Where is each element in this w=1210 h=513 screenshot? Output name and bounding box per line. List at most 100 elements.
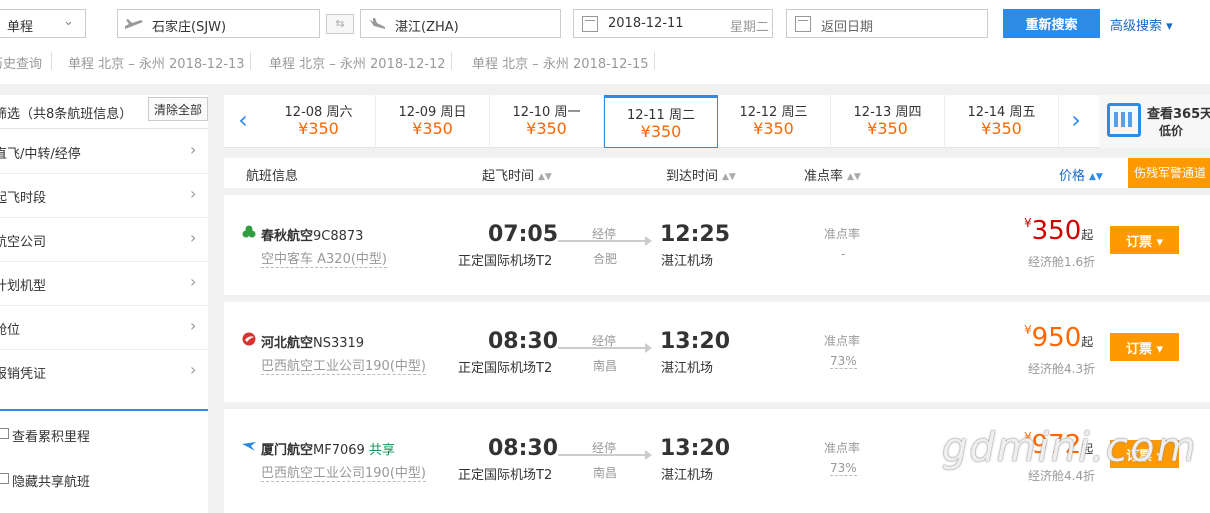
filter-label: 报销凭证 — [0, 367, 47, 382]
sort-icon: ▲▼ — [722, 172, 736, 182]
advanced-search-link[interactable]: 高级搜索 ▾ — [1110, 15, 1173, 34]
chevron-left-icon[interactable]: ‹ — [224, 95, 262, 148]
date-tab-price: 350 — [422, 119, 453, 138]
price-value: 950 — [1031, 323, 1082, 353]
filter-aircraft[interactable]: 计划机型 › — [0, 262, 208, 306]
price-from: 起 — [1081, 228, 1094, 242]
date-tab-selected[interactable]: 12-11 周二 ¥350 — [604, 95, 718, 148]
search-button[interactable]: 重新搜索 — [1003, 9, 1100, 38]
book-button[interactable]: 订票 ▾ — [1110, 226, 1179, 254]
low-price-calendar-button[interactable]: 查看365天 低价 — [1099, 95, 1210, 148]
to-city-input[interactable]: 湛江(ZHA) — [360, 9, 561, 38]
book-label: 订票 — [1125, 234, 1152, 250]
filter-depart-time[interactable]: 起飞时段 › — [0, 174, 208, 218]
airline-label: 河北航空 — [261, 336, 314, 351]
sort-icon: ▲▼ — [1089, 172, 1103, 182]
currency: ¥ — [640, 122, 651, 141]
return-date-input[interactable]: 返回日期 — [786, 9, 988, 38]
cabin-discount: 经济舱4.3折 — [1028, 362, 1096, 376]
price-value: 350 — [1031, 216, 1082, 246]
swap-cities-button[interactable]: ⇆ — [326, 14, 354, 34]
col-arrive-label: 到达时间 — [666, 169, 719, 184]
price-from: 起 — [1081, 335, 1094, 349]
depart-time: 08:30 — [488, 329, 559, 354]
filter-cabin[interactable]: 舱位 › — [0, 306, 208, 350]
chevron-right-icon: › — [190, 316, 197, 335]
chevron-right-icon: › — [190, 184, 197, 203]
arrive-time: 12:25 — [660, 222, 731, 247]
stop-city: 南昌 — [593, 359, 618, 373]
col-depart-sort[interactable]: 起飞时间 ▲▼ — [482, 165, 552, 184]
promo-banner[interactable]: 伤残军警通道 — [1128, 158, 1210, 188]
divider — [0, 409, 208, 411]
chevron-right-icon[interactable]: › — [1057, 95, 1095, 148]
aircraft-type[interactable]: 巴西航空工业公司190(中型) — [261, 462, 426, 482]
trip-type-value: 单程 — [7, 20, 34, 35]
col-price-label: 价格 — [1059, 169, 1086, 184]
hide-shared-checkbox[interactable] — [0, 473, 9, 484]
filter-receipt[interactable]: 报销凭证 › — [0, 350, 208, 394]
codeshare-badge[interactable]: 共享 — [369, 443, 395, 458]
chevron-down-icon: ⌄ — [63, 14, 74, 29]
hide-shared-checkbox-row[interactable]: 隐藏共享航班 — [0, 465, 208, 495]
calendar-sublabel: 低价 — [1159, 124, 1184, 138]
airline-label: 厦门航空 — [261, 443, 314, 458]
divider — [451, 52, 452, 70]
date-tab-price: 350 — [763, 119, 794, 138]
filter-header: 筛选（共8条航班信息） 清除全部 — [0, 95, 208, 129]
calendar-icon — [1107, 103, 1141, 137]
aircraft-type[interactable]: 巴西航空工业公司190(中型) — [261, 355, 426, 375]
date-tab-date: 12-08 周六 — [284, 105, 353, 120]
cabin-discount: 经济舱1.6折 — [1028, 255, 1096, 269]
airline-name: 厦门航空MF7069 共享 — [261, 439, 395, 458]
date-tab[interactable]: 12-12 周三 ¥350 — [717, 95, 831, 148]
col-price-sort[interactable]: 价格 ▲▼ — [1059, 165, 1103, 184]
book-button[interactable]: 订票 ▾ — [1110, 333, 1179, 361]
flight-row: 河北航空NS3319 巴西航空工业公司190(中型) 08:30 正定国际机场T… — [224, 302, 1210, 402]
chevron-right-icon: › — [190, 140, 197, 159]
date-tab[interactable]: 12-13 周四 ¥350 — [831, 95, 945, 148]
date-tab-price: 350 — [308, 119, 339, 138]
flight-row: 春秋航空9C8873 空中客车 A320(中型) 07:05 正定国际机场T2 … — [224, 195, 1210, 295]
mileage-checkbox[interactable] — [0, 428, 9, 439]
search-bar: 单程 ⌄ 石家庄(SJW) ⇆ 湛江(ZHA) 2018-12-11 星期二 返… — [0, 0, 1210, 84]
calendar-icon — [582, 16, 598, 32]
clear-all-button[interactable]: 清除全部 — [148, 97, 208, 121]
arrive-time: 13:20 — [660, 329, 731, 354]
date-tab[interactable]: 12-09 周日 ¥350 — [376, 95, 490, 148]
filter-airline[interactable]: 航空公司 › — [0, 218, 208, 262]
date-tab[interactable]: 12-10 周一 ¥350 — [490, 95, 604, 148]
date-tab[interactable]: 12-08 周六 ¥350 — [262, 95, 376, 148]
divider — [51, 52, 52, 70]
history-item[interactable]: 单程 北京 – 永州 2018-12-13 — [68, 53, 245, 72]
history-item[interactable]: 单程 北京 – 永州 2018-12-15 — [472, 53, 649, 72]
watermark: gdmini.com — [942, 425, 1198, 471]
date-selector: ‹ 12-08 周六 ¥350 12-09 周日 ¥350 12-10 周一 ¥… — [224, 95, 1210, 148]
currency: ¥ — [981, 119, 992, 138]
arrow-right-icon — [558, 236, 652, 246]
currency: ¥ — [412, 119, 423, 138]
depart-time: 08:30 — [488, 436, 559, 461]
flight-number: NS3319 — [313, 336, 365, 351]
date-tab[interactable]: 12-14 周五 ¥350 — [945, 95, 1059, 148]
date-tab-price: 350 — [877, 119, 908, 138]
depart-airport: 正定国际机场T2 — [458, 361, 553, 376]
history-item[interactable]: 单程 北京 – 永州 2018-12-12 — [269, 53, 446, 72]
depart-date-input[interactable]: 2018-12-11 星期二 — [573, 9, 773, 38]
otp-value[interactable]: 73% — [830, 461, 857, 476]
flight-number: MF7069 — [313, 443, 365, 458]
col-otp-sort[interactable]: 准点率 ▲▼ — [804, 165, 861, 184]
date-tab-price: 350 — [650, 122, 682, 141]
mileage-checkbox-row[interactable]: 查看累积里程 — [0, 420, 208, 450]
otp-value[interactable]: 73% — [830, 354, 857, 369]
stop-city: 合肥 — [593, 252, 618, 266]
aircraft-type[interactable]: 空中客车 A320(中型) — [261, 248, 387, 268]
airline-name: 春秋航空9C8873 — [261, 225, 363, 244]
currency: ¥ — [298, 119, 309, 138]
filter-stops[interactable]: 直飞/中转/经停 › — [0, 130, 208, 174]
trip-type-select[interactable]: 单程 ⌄ — [0, 9, 86, 38]
col-arrive-sort[interactable]: 到达时间 ▲▼ — [666, 165, 736, 184]
from-city-input[interactable]: 石家庄(SJW) — [117, 9, 320, 38]
date-tab-price: 350 — [991, 119, 1022, 138]
otp-label: 准点率 — [824, 227, 861, 241]
